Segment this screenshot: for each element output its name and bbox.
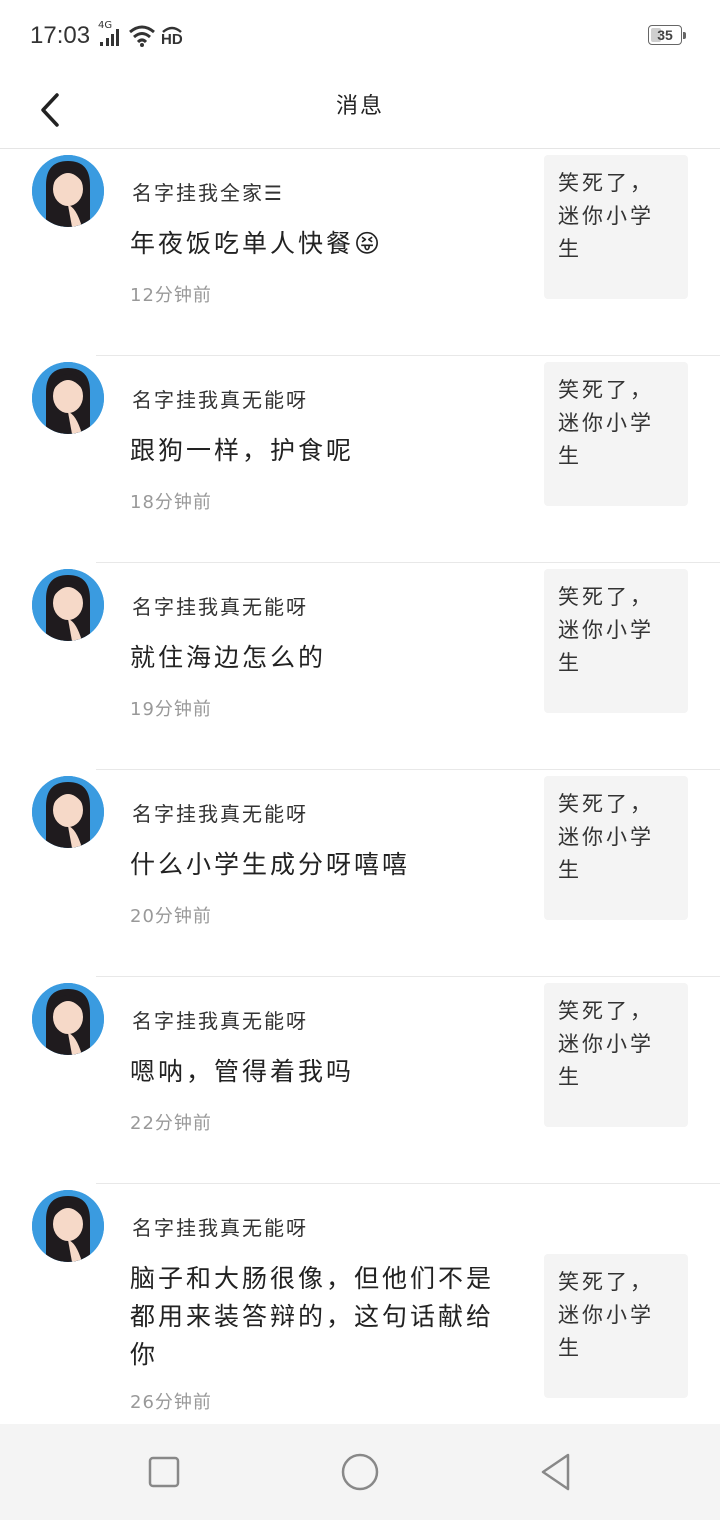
battery-level: 35 [657, 27, 673, 43]
avatar[interactable] [32, 569, 104, 641]
message-item[interactable]: 名字挂我真无能呀 什么小学生成分呀嘻嘻 20分钟前 笑死了， 迷你小学 生 [0, 770, 720, 977]
quote-line: 生 [558, 858, 582, 882]
quote-line: 笑死了， [558, 378, 654, 402]
circle-home-icon [341, 1453, 379, 1491]
quote-line: 迷你小学 [558, 204, 654, 228]
quote-line: 生 [558, 1065, 582, 1089]
status-time: 17:03 [30, 22, 91, 49]
message-item[interactable]: 名字挂我真无能呀 脑子和大肠很像，但他们不是都用来装答辩的，这句话献给你 26分… [0, 1184, 720, 1454]
home-button[interactable] [340, 1452, 380, 1492]
message-text: 就住海边怎么的 [130, 643, 327, 672]
quoted-comment[interactable]: 笑死了， 迷你小学 生 [544, 983, 688, 1127]
signal-icon: 4G [98, 20, 124, 48]
quote-line: 笑死了， [558, 171, 654, 195]
timestamp: 22分钟前 [130, 1113, 212, 1134]
message-text: 脑子和大肠很像，但他们不是都用来装答辩的，这句话献给你 [130, 1264, 495, 1369]
avatar[interactable] [32, 1190, 104, 1262]
quote-line: 生 [558, 1336, 582, 1360]
hd-label: HD [161, 31, 183, 48]
back-nav-button[interactable] [536, 1452, 576, 1492]
message-text: 什么小学生成分呀嘻嘻 [130, 850, 411, 879]
quote-line: 生 [558, 237, 582, 261]
message-text: 嗯呐，管得着我吗 [130, 1057, 355, 1086]
square-icon [148, 1456, 180, 1488]
status-bar: 17:03 4G HD 35 [0, 0, 720, 72]
timestamp: 18分钟前 [130, 492, 212, 513]
username[interactable]: 名字挂我真无能呀 [132, 1212, 308, 1241]
timestamp: 12分钟前 [130, 285, 212, 306]
message-text: 年夜饭吃单人快餐😝 [130, 229, 384, 258]
username[interactable]: 名字挂我真无能呀 [132, 1005, 308, 1034]
timestamp: 26分钟前 [130, 1392, 212, 1413]
avatar[interactable] [32, 155, 104, 227]
avatar[interactable] [32, 776, 104, 848]
quote-line: 笑死了， [558, 1270, 654, 1294]
quote-line: 生 [558, 651, 582, 675]
battery-icon: 35 [648, 25, 686, 45]
quoted-comment[interactable]: 笑死了， 迷你小学 生 [544, 1254, 688, 1398]
quote-line: 迷你小学 [558, 825, 654, 849]
quote-line: 迷你小学 [558, 618, 654, 642]
avatar[interactable] [32, 362, 104, 434]
quote-line: 生 [558, 444, 582, 468]
quoted-comment[interactable]: 笑死了， 迷你小学 生 [544, 569, 688, 713]
recent-apps-button[interactable] [144, 1452, 184, 1492]
quote-line: 笑死了， [558, 792, 654, 816]
quote-line: 迷你小学 [558, 411, 654, 435]
username[interactable]: 名字挂我真无能呀 [132, 798, 308, 827]
username[interactable]: 名字挂我全家☰ [132, 177, 284, 206]
message-text: 跟狗一样，护食呢 [130, 436, 355, 465]
quote-line: 笑死了， [558, 585, 654, 609]
page-title: 消息 [335, 94, 384, 119]
username[interactable]: 名字挂我真无能呀 [132, 384, 308, 413]
timestamp: 19分钟前 [130, 699, 212, 720]
message-item[interactable]: 名字挂我真无能呀 就住海边怎么的 19分钟前 笑死了， 迷你小学 生 [0, 563, 720, 770]
quoted-comment[interactable]: 笑死了， 迷你小学 生 [544, 776, 688, 920]
top-bar: 消息 [0, 72, 720, 149]
quote-line: 迷你小学 [558, 1303, 654, 1327]
system-nav-bar [0, 1424, 720, 1520]
quote-line: 笑死了， [558, 999, 654, 1023]
quote-line: 迷你小学 [558, 1032, 654, 1056]
username[interactable]: 名字挂我真无能呀 [132, 591, 308, 620]
triangle-back-icon [541, 1453, 570, 1491]
message-item[interactable]: 名字挂我真无能呀 跟狗一样，护食呢 18分钟前 笑死了， 迷你小学 生 [0, 356, 720, 563]
avatar[interactable] [32, 983, 104, 1055]
hd-icon: HD [160, 24, 184, 48]
wifi-icon [128, 24, 156, 48]
timestamp: 20分钟前 [130, 906, 212, 927]
message-item[interactable]: 名字挂我全家☰ 年夜饭吃单人快餐😝 12分钟前 笑死了， 迷你小学 生 [0, 149, 720, 356]
quoted-comment[interactable]: 笑死了， 迷你小学 生 [544, 362, 688, 506]
message-list: 名字挂我全家☰ 年夜饭吃单人快餐😝 12分钟前 笑死了， 迷你小学 生 名字挂我… [0, 149, 720, 1454]
message-item[interactable]: 名字挂我真无能呀 嗯呐，管得着我吗 22分钟前 笑死了， 迷你小学 生 [0, 977, 720, 1184]
quoted-comment[interactable]: 笑死了， 迷你小学 生 [544, 155, 688, 299]
